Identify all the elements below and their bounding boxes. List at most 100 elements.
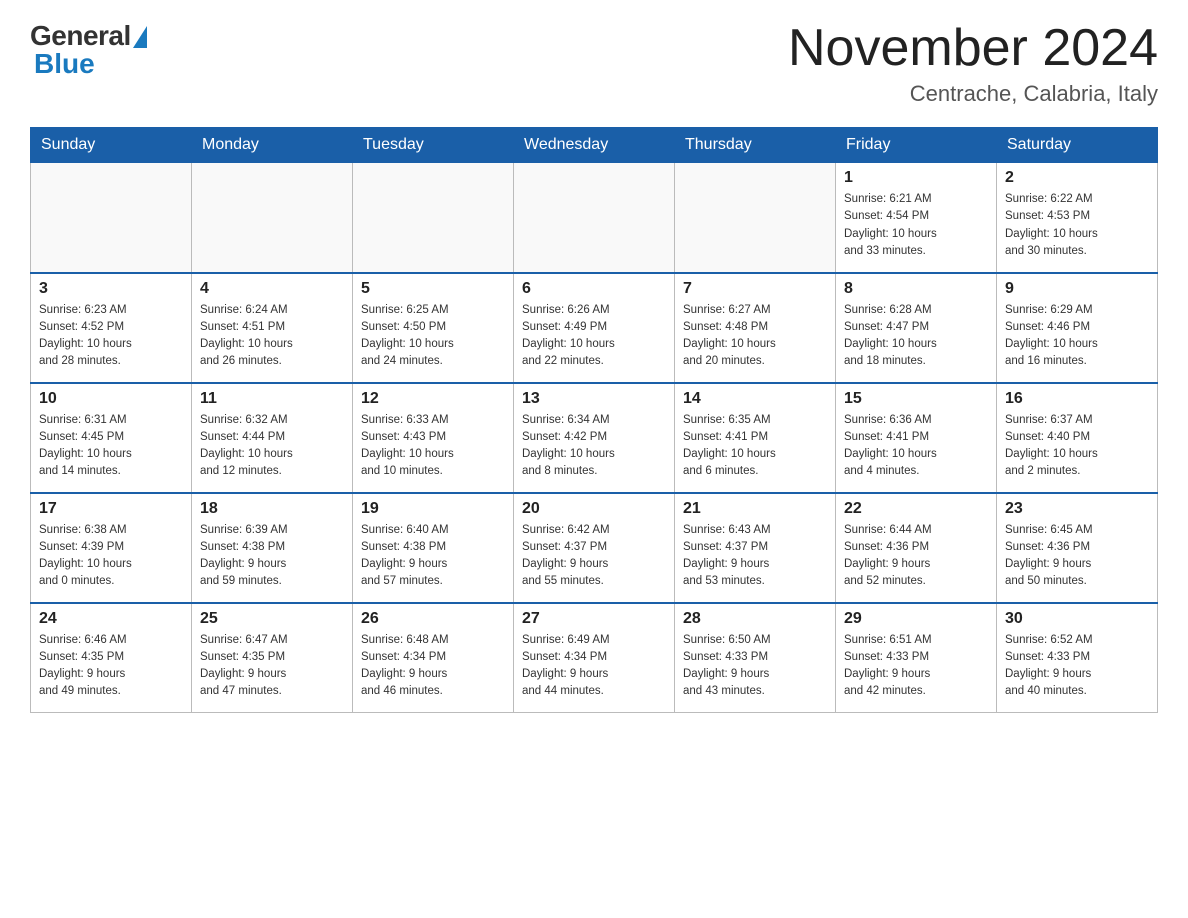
calendar-day-cell: 26 Sunrise: 6:48 AM Sunset: 4:34 PM Dayli… (353, 603, 514, 713)
day-number: 15 (844, 390, 988, 408)
calendar-day-cell: 14Sunrise: 6:35 AM Sunset: 4:41 PM Dayli… (675, 383, 836, 493)
day-of-week-header: Tuesday (353, 128, 514, 163)
day-info: Sunrise: 6:52 AM Sunset: 4:33 PM Dayligh… (1005, 632, 1149, 701)
day-number: 13 (522, 390, 666, 408)
calendar-day-cell: 13 Sunrise: 6:34 AM Sunset: 4:42 PM Dayli… (514, 383, 675, 493)
calendar-day-cell: 15 Sunrise: 6:36 AM Sunset: 4:41 PM Dayli… (836, 383, 997, 493)
calendar-week-row: 1 Sunrise: 6:21 AM Sunset: 4:54 PM Daylig… (31, 163, 1158, 273)
calendar-day-cell (675, 163, 836, 273)
calendar-table: SundayMondayTuesdayWednesdayThursdayFrid… (30, 127, 1158, 713)
day-info: Sunrise: 6:36 AM Sunset: 4:41 PM Dayligh… (844, 412, 988, 481)
calendar-day-cell: 4 Sunrise: 6:24 AM Sunset: 4:51 PM Daylig… (192, 273, 353, 383)
day-info: Sunrise: 6:47 AM Sunset: 4:35 PM Dayligh… (200, 632, 344, 701)
day-number: 19 (361, 500, 505, 518)
day-info: Sunrise: 6:38 AM Sunset: 4:39 PM Dayligh… (39, 522, 183, 591)
day-info: Sunrise: 6:40 AM Sunset: 4:38 PM Dayligh… (361, 522, 505, 591)
day-number: 5 (361, 280, 505, 298)
day-of-week-header: Wednesday (514, 128, 675, 163)
calendar-day-cell (31, 163, 192, 273)
day-info: Sunrise: 6:43 AM Sunset: 4:37 PM Dayligh… (683, 522, 827, 591)
day-info: Sunrise: 6:46 AM Sunset: 4:35 PM Dayligh… (39, 632, 183, 701)
calendar-day-cell: 22 Sunrise: 6:44 AM Sunset: 4:36 PM Dayli… (836, 493, 997, 603)
day-number: 6 (522, 280, 666, 298)
calendar-header-row: SundayMondayTuesdayWednesdayThursdayFrid… (31, 128, 1158, 163)
day-number: 23 (1005, 500, 1149, 518)
day-number: 29 (844, 610, 988, 628)
calendar-day-cell: 16 Sunrise: 6:37 AM Sunset: 4:40 PM Dayli… (997, 383, 1158, 493)
day-info: Sunrise: 6:37 AM Sunset: 4:40 PM Dayligh… (1005, 412, 1149, 481)
day-number: 27 (522, 610, 666, 628)
day-number: 12 (361, 390, 505, 408)
day-number: 1 (844, 169, 988, 187)
day-info: Sunrise: 6:42 AM Sunset: 4:37 PM Dayligh… (522, 522, 666, 591)
day-info: Sunrise: 6:28 AM Sunset: 4:47 PM Dayligh… (844, 302, 988, 371)
day-of-week-header: Monday (192, 128, 353, 163)
calendar-day-cell (514, 163, 675, 273)
day-number: 16 (1005, 390, 1149, 408)
day-info: Sunrise: 6:48 AM Sunset: 4:34 PM Dayligh… (361, 632, 505, 701)
calendar-day-cell: 25 Sunrise: 6:47 AM Sunset: 4:35 PM Dayli… (192, 603, 353, 713)
calendar-day-cell: 5 Sunrise: 6:25 AM Sunset: 4:50 PM Daylig… (353, 273, 514, 383)
calendar-day-cell: 12 Sunrise: 6:33 AM Sunset: 4:43 PM Dayli… (353, 383, 514, 493)
day-info: Sunrise: 6:21 AM Sunset: 4:54 PM Dayligh… (844, 191, 988, 260)
calendar-day-cell (353, 163, 514, 273)
day-number: 24 (39, 610, 183, 628)
day-info: Sunrise: 6:34 AM Sunset: 4:42 PM Dayligh… (522, 412, 666, 481)
calendar-day-cell: 1 Sunrise: 6:21 AM Sunset: 4:54 PM Daylig… (836, 163, 997, 273)
day-of-week-header: Friday (836, 128, 997, 163)
calendar-day-cell: 7 Sunrise: 6:27 AM Sunset: 4:48 PM Daylig… (675, 273, 836, 383)
day-info: Sunrise: 6:31 AM Sunset: 4:45 PM Dayligh… (39, 412, 183, 481)
calendar-day-cell: 9 Sunrise: 6:29 AM Sunset: 4:46 PM Daylig… (997, 273, 1158, 383)
day-of-week-header: Thursday (675, 128, 836, 163)
day-info: Sunrise: 6:44 AM Sunset: 4:36 PM Dayligh… (844, 522, 988, 591)
day-info: Sunrise: 6:23 AM Sunset: 4:52 PM Dayligh… (39, 302, 183, 371)
day-number: 22 (844, 500, 988, 518)
day-info: Sunrise: 6:25 AM Sunset: 4:50 PM Dayligh… (361, 302, 505, 371)
logo-triangle-icon (133, 26, 147, 48)
calendar-day-cell: 17Sunrise: 6:38 AM Sunset: 4:39 PM Dayli… (31, 493, 192, 603)
day-number: 4 (200, 280, 344, 298)
day-info: Sunrise: 6:51 AM Sunset: 4:33 PM Dayligh… (844, 632, 988, 701)
day-number: 2 (1005, 169, 1149, 187)
day-info: Sunrise: 6:22 AM Sunset: 4:53 PM Dayligh… (1005, 191, 1149, 260)
day-info: Sunrise: 6:24 AM Sunset: 4:51 PM Dayligh… (200, 302, 344, 371)
day-info: Sunrise: 6:50 AM Sunset: 4:33 PM Dayligh… (683, 632, 827, 701)
day-number: 30 (1005, 610, 1149, 628)
day-number: 26 (361, 610, 505, 628)
page-header: General Blue November 2024 Centrache, Ca… (30, 20, 1158, 107)
calendar-day-cell: 28Sunrise: 6:50 AM Sunset: 4:33 PM Dayli… (675, 603, 836, 713)
day-number: 10 (39, 390, 183, 408)
calendar-day-cell: 30 Sunrise: 6:52 AM Sunset: 4:33 PM Dayli… (997, 603, 1158, 713)
day-number: 18 (200, 500, 344, 518)
day-of-week-header: Sunday (31, 128, 192, 163)
calendar-day-cell: 23 Sunrise: 6:45 AM Sunset: 4:36 PM Dayli… (997, 493, 1158, 603)
calendar-week-row: 10 Sunrise: 6:31 AM Sunset: 4:45 PM Dayli… (31, 383, 1158, 493)
day-number: 9 (1005, 280, 1149, 298)
title-section: November 2024 Centrache, Calabria, Italy (788, 20, 1158, 107)
calendar-week-row: 24 Sunrise: 6:46 AM Sunset: 4:35 PM Dayli… (31, 603, 1158, 713)
day-info: Sunrise: 6:45 AM Sunset: 4:36 PM Dayligh… (1005, 522, 1149, 591)
calendar-day-cell: 10 Sunrise: 6:31 AM Sunset: 4:45 PM Dayli… (31, 383, 192, 493)
calendar-day-cell: 29 Sunrise: 6:51 AM Sunset: 4:33 PM Dayli… (836, 603, 997, 713)
logo: General Blue (30, 20, 147, 80)
calendar-day-cell: 11Sunrise: 6:32 AM Sunset: 4:44 PM Dayli… (192, 383, 353, 493)
day-info: Sunrise: 6:33 AM Sunset: 4:43 PM Dayligh… (361, 412, 505, 481)
calendar-day-cell: 2 Sunrise: 6:22 AM Sunset: 4:53 PM Daylig… (997, 163, 1158, 273)
day-info: Sunrise: 6:39 AM Sunset: 4:38 PM Dayligh… (200, 522, 344, 591)
logo-blue-text: Blue (34, 48, 95, 80)
day-number: 21 (683, 500, 827, 518)
day-number: 7 (683, 280, 827, 298)
calendar-week-row: 17Sunrise: 6:38 AM Sunset: 4:39 PM Dayli… (31, 493, 1158, 603)
day-number: 11 (200, 390, 344, 408)
day-number: 25 (200, 610, 344, 628)
day-info: Sunrise: 6:26 AM Sunset: 4:49 PM Dayligh… (522, 302, 666, 371)
location-subtitle: Centrache, Calabria, Italy (788, 81, 1158, 107)
day-info: Sunrise: 6:27 AM Sunset: 4:48 PM Dayligh… (683, 302, 827, 371)
calendar-day-cell: 21 Sunrise: 6:43 AM Sunset: 4:37 PM Dayli… (675, 493, 836, 603)
calendar-week-row: 3Sunrise: 6:23 AM Sunset: 4:52 PM Daylig… (31, 273, 1158, 383)
calendar-day-cell: 27Sunrise: 6:49 AM Sunset: 4:34 PM Dayli… (514, 603, 675, 713)
day-info: Sunrise: 6:29 AM Sunset: 4:46 PM Dayligh… (1005, 302, 1149, 371)
calendar-day-cell: 20Sunrise: 6:42 AM Sunset: 4:37 PM Dayli… (514, 493, 675, 603)
day-of-week-header: Saturday (997, 128, 1158, 163)
calendar-day-cell: 6 Sunrise: 6:26 AM Sunset: 4:49 PM Daylig… (514, 273, 675, 383)
